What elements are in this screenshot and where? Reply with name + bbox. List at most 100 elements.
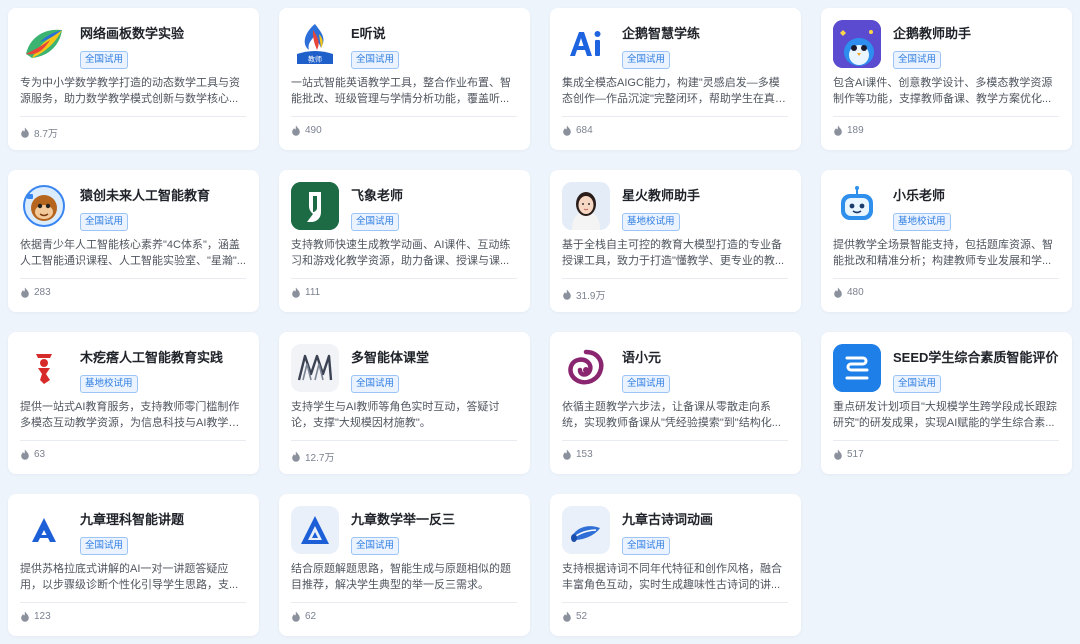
app-description: 结合原题解题思路，智能生成与原题相似的题目推荐，解决学生典型的举一反三需求。 (291, 563, 511, 591)
popularity-stat: 62 (291, 611, 316, 622)
divider (833, 440, 1059, 441)
divider (562, 440, 788, 441)
popularity-count: 63 (34, 449, 46, 460)
app-card[interactable]: 企鹅智慧学练 全国试用 集成全模态AIGC能力，构建"灵感启发—多模态创作—作品… (550, 8, 801, 150)
app-description: 包含AI课件、创意教学设计、多模态教学资源制作等功能，支撑教师备课、教学方案优化… (833, 77, 1053, 105)
app-description: 支持根据诗词不同年代特征和创作风格，融合丰富角色互动，实时生成趣味性古诗词的讲.… (562, 563, 782, 591)
popularity-count: 490 (305, 125, 322, 136)
flame-icon (834, 125, 842, 136)
app-description: 提供教学全场景智能支持，包括题库资源、智能批改和精准分析；构建教师专业发展和学.… (833, 239, 1053, 267)
divider (562, 278, 788, 279)
app-description: 专为中小学数学教学打造的动态数学工具与资源服务，助力数学教学模式创新与数学核心.… (20, 77, 240, 105)
teacher-flame-icon: 教师 (291, 20, 339, 68)
app-card[interactable]: 网络画板数学实验 全国试用 专为中小学数学教学打造的动态数学工具与资源服务，助力… (8, 8, 259, 150)
flame-icon (563, 611, 571, 622)
popularity-stat: 490 (291, 125, 322, 136)
divider (562, 602, 788, 603)
popularity-stat: 480 (833, 287, 864, 298)
app-title: 企鹅智慧学练 (622, 26, 701, 41)
trial-badge: 基地校试用 (893, 213, 951, 231)
popularity-stat: 12.7万 (291, 449, 334, 464)
divider (291, 440, 517, 441)
divider (20, 440, 246, 441)
divider (562, 116, 788, 117)
popularity-stat: 8.7万 (20, 125, 58, 140)
app-title: 小乐老师 (893, 188, 946, 203)
app-title: 星火教师助手 (622, 188, 701, 203)
app-title: 语小元 (622, 350, 662, 365)
app-title: 猿创未来人工智能教育 (80, 188, 211, 203)
triangle-a-icon (291, 506, 339, 554)
app-description: 基于全栈自主可控的教育大模型打造的专业备授课工具，致力于打造"懂教学、更专业的教… (562, 239, 785, 267)
scroll-icon (562, 506, 610, 554)
app-card[interactable]: 星火教师助手 基地校试用 基于全栈自主可控的教育大模型打造的专业备授课工具，致力… (550, 170, 801, 312)
trial-badge: 全国试用 (622, 51, 671, 69)
app-card[interactable]: 猿创未来人工智能教育 全国试用 依据青少年人工智能核心素养"4C体系"，涵盖人工… (8, 170, 259, 312)
popularity-count: 52 (576, 611, 588, 622)
flame-icon (563, 449, 571, 460)
flame-icon (834, 449, 842, 460)
app-card[interactable]: SEED学生综合素质智能评价 全国试用 重点研发计划项目"大规模学生跨学段成长跟… (821, 332, 1072, 474)
app-description: 提供苏格拉底式讲解的AI一对一讲题答疑应用，以步骤级诊断个性化引导学生思路，支.… (20, 563, 239, 591)
popularity-count: 12.7万 (305, 453, 335, 464)
app-card[interactable]: 多智能体课堂 全国试用 支持学生与AI教师等角色实时互动，答疑讨论，支撑"大规模… (279, 332, 530, 474)
ai-letters-icon (562, 20, 610, 68)
divider (291, 602, 517, 603)
app-card[interactable]: 九章古诗词动画 全国试用 支持根据诗词不同年代特征和创作风格，融合丰富角色互动，… (550, 494, 801, 636)
app-card[interactable]: 九章理科智能讲题 全国试用 提供苏格拉底式讲解的AI一对一讲题答疑应用，以步骤级… (8, 494, 259, 636)
popularity-count: 517 (847, 449, 864, 460)
popularity-count: 684 (576, 125, 593, 136)
trial-badge: 全国试用 (351, 537, 400, 555)
trial-badge: 全国试用 (351, 51, 400, 69)
divider (20, 278, 246, 279)
app-card[interactable]: 木疙瘩人工智能教育实践 基地校试用 提供一站式AI教育服务，支持教师零门槛制作多… (8, 332, 259, 474)
app-title: 九章理科智能讲题 (80, 512, 185, 527)
app-title: 九章数学举一反三 (351, 512, 456, 527)
divider (833, 116, 1059, 117)
flame-icon (21, 449, 29, 460)
trial-badge: 基地校试用 (622, 213, 680, 231)
divider (291, 278, 517, 279)
popularity-count: 31.9万 (576, 291, 606, 302)
divider (833, 278, 1059, 279)
popularity-count: 283 (34, 287, 51, 298)
flame-icon (21, 287, 29, 298)
trial-badge: 全国试用 (80, 51, 129, 69)
app-card[interactable]: 小乐老师 基地校试用 提供教学全场景智能支持，包括题库资源、智能批改和精准分析；… (821, 170, 1072, 312)
popularity-count: 8.7万 (34, 129, 58, 140)
green-leaf-icon (291, 182, 339, 230)
popularity-count: 111 (305, 287, 321, 298)
popularity-count: 153 (576, 449, 593, 460)
double-m-icon (291, 344, 339, 392)
purple-swirl-icon (562, 344, 610, 392)
popularity-count: 123 (34, 611, 51, 622)
popularity-stat: 111 (291, 287, 320, 298)
popularity-count: 62 (305, 611, 317, 622)
trial-badge: 全国试用 (622, 537, 671, 555)
divider (20, 116, 246, 117)
app-card[interactable]: 飞象老师 全国试用 支持教师快速生成教学动画、AI课件、互动练习和游戏化教学资源… (279, 170, 530, 312)
blue-a-icon (20, 506, 68, 554)
app-card[interactable]: 教师 E听说 全国试用 一站式智能英语教学工具，整合作业布置、智能批改、班级管理… (279, 8, 530, 150)
popularity-count: 480 (847, 287, 864, 298)
app-title: 木疙瘩人工智能教育实践 (80, 350, 224, 365)
divider (20, 602, 246, 603)
robot-face-icon (833, 182, 881, 230)
flame-icon (563, 125, 571, 136)
flame-icon (834, 287, 842, 298)
trial-badge: 全国试用 (80, 537, 129, 555)
app-description: 集成全模态AIGC能力，构建"灵感启发—多模态创作—作品沉淀"完整闭环，帮助学生… (562, 77, 780, 105)
app-description: 一站式智能英语教学工具，整合作业布置、智能批改、班级管理与学情分析功能，覆盖听.… (291, 77, 511, 105)
app-card[interactable]: 九章数学举一反三 全国试用 结合原题解题思路，智能生成与原题相似的题目推荐，解决… (279, 494, 530, 636)
app-title: E听说 (351, 26, 386, 41)
app-title: 网络画板数学实验 (80, 26, 185, 41)
trial-badge: 全国试用 (622, 375, 671, 393)
app-card[interactable]: 语小元 全国试用 依循主题教学六步法，让备课从零散走向系统，实现教师备课从"凭经… (550, 332, 801, 474)
trial-badge: 全国试用 (351, 213, 400, 231)
trial-badge: 全国试用 (351, 375, 400, 393)
app-title: 飞象老师 (351, 188, 404, 203)
app-description: 提供一站式AI教育服务，支持教师零门槛制作多模态互动教学资源，为信息科技与AI教… (20, 401, 240, 429)
app-description: 支持教师快速生成教学动画、AI课件、互动练习和游戏化教学资源，助力备课、授课与课… (291, 239, 511, 267)
popularity-stat: 31.9万 (562, 287, 605, 302)
app-card[interactable]: 企鹅教师助手 全国试用 包含AI课件、创意教学设计、多模态教学资源制作等功能，支… (821, 8, 1072, 150)
